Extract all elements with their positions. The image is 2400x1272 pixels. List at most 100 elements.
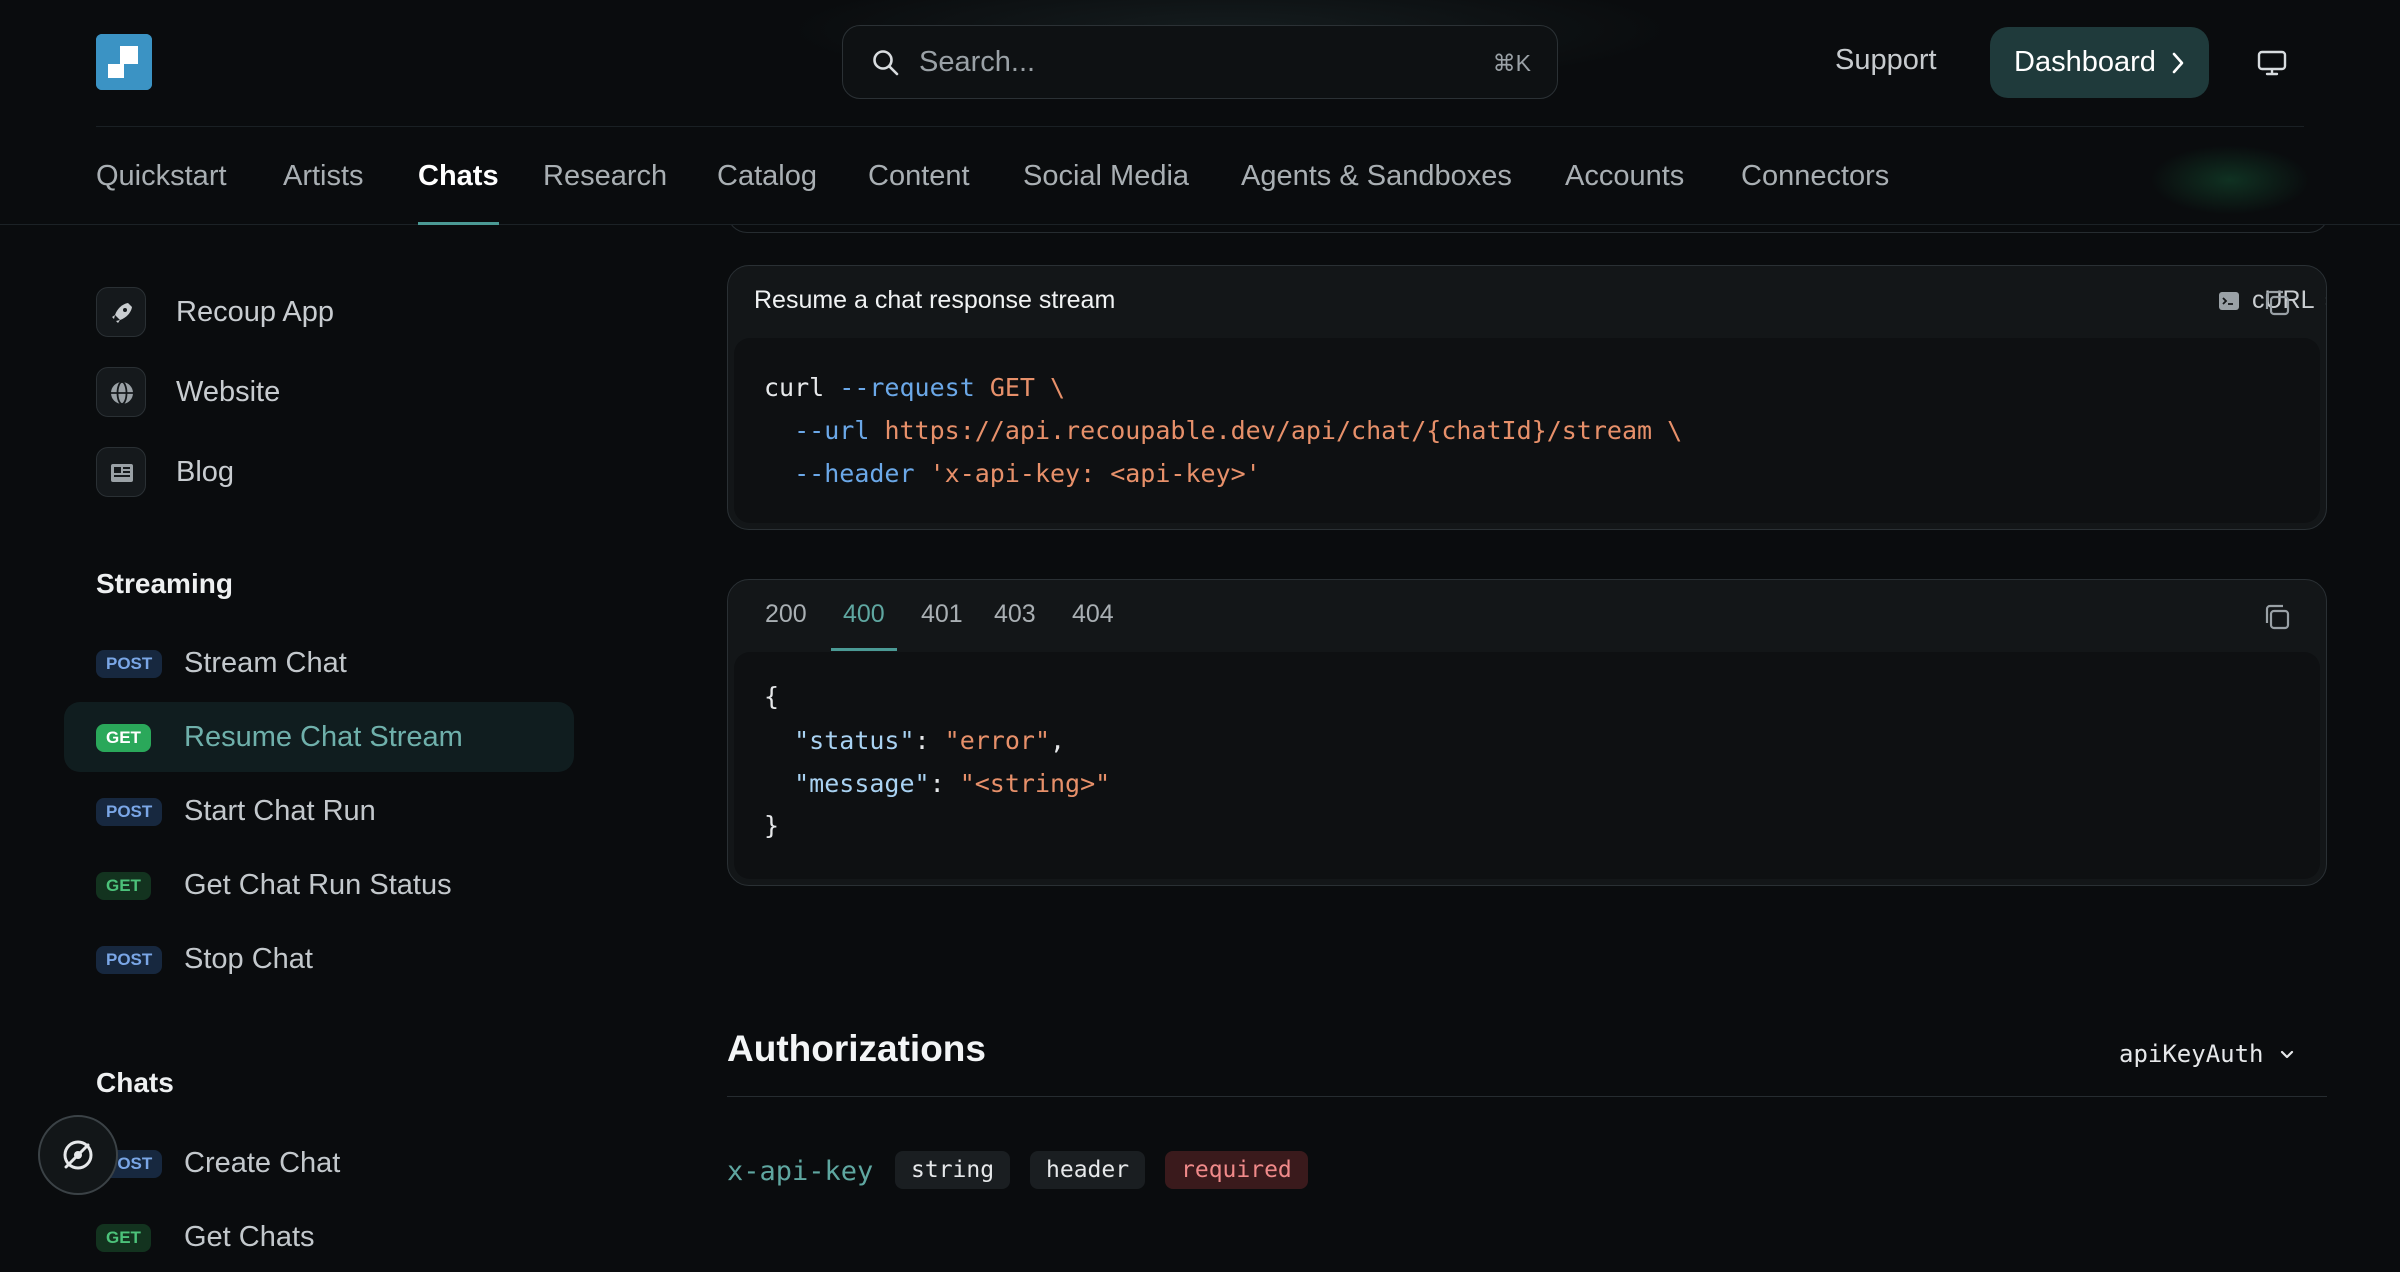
method-badge: POST — [96, 650, 163, 678]
code-token: \ — [1667, 416, 1683, 445]
sidebar-item-label: Start Chat Run — [184, 795, 376, 827]
sidebar-item-get-chats[interactable]: GET Get Chats — [64, 1202, 574, 1272]
tab-artists[interactable]: Artists — [283, 160, 364, 193]
code-line: } — [764, 811, 779, 840]
response-tab-200[interactable]: 200 — [765, 600, 807, 629]
response-example-card: 200 400 401 403 404 { "status": "error",… — [727, 579, 2327, 886]
sidebar-item-start-chat-run[interactable]: POST Start Chat Run — [64, 776, 574, 846]
code-token: --url — [794, 416, 870, 445]
support-link[interactable]: Support — [1835, 44, 1937, 77]
code-token: curl — [764, 373, 825, 402]
sidebar-item-stop-chat[interactable]: POST Stop Chat — [64, 924, 574, 994]
sidebar-item-create-chat[interactable]: POST Create Chat — [64, 1128, 574, 1198]
tab-agents-sandboxes[interactable]: Agents & Sandboxes — [1241, 160, 1512, 193]
code-line: { — [764, 682, 779, 711]
search-placeholder: Search... — [919, 46, 1036, 78]
sidebar-link-label: Recoup App — [176, 296, 335, 328]
logo-icon[interactable] — [96, 34, 152, 90]
code-token: "error" — [944, 726, 1050, 755]
method-badge: GET — [96, 724, 151, 752]
copy-icon[interactable] — [2262, 602, 2292, 632]
code-token: https://api.recoupable.dev/api/chat/{cha… — [884, 416, 1653, 445]
sidebar-item-label: Create Chat — [184, 1147, 341, 1179]
param-type-pill: string — [895, 1151, 1011, 1189]
sidebar-item-stream-chat[interactable]: POST Stream Chat — [64, 628, 574, 698]
response-tab-404[interactable]: 404 — [1072, 600, 1114, 629]
code-line: "message": "<string>" — [794, 769, 1111, 798]
code-token: --header — [794, 459, 915, 488]
dashboard-button[interactable]: Dashboard — [1990, 27, 2209, 98]
method-badge: GET — [96, 1224, 151, 1252]
sidebar-item-get-chat-run-status[interactable]: GET Get Chat Run Status — [64, 850, 574, 920]
group-title-streaming: Streaming — [96, 568, 233, 599]
search-input[interactable]: Search... ⌘K — [842, 25, 1558, 99]
newspaper-icon — [96, 447, 146, 497]
code-line: --url https://api.recoupable.dev/api/cha… — [764, 416, 1682, 445]
method-badge: GET — [96, 872, 151, 900]
sidebar-link-label: Blog — [176, 456, 235, 488]
nav-glow — [2150, 145, 2310, 215]
code-line: curl --request GET \ — [764, 373, 1065, 402]
response-code-block: { "status": "error", "message": "<string… — [734, 652, 2320, 879]
card-title: Resume a chat response stream — [754, 286, 1116, 314]
rocket-icon — [96, 287, 146, 337]
param-location-pill: header — [1030, 1151, 1146, 1189]
copy-icon[interactable] — [2262, 288, 2292, 318]
sidebar-item-resume-chat-stream[interactable]: GET Resume Chat Stream — [64, 702, 574, 772]
request-code-block: curl --request GET \ --url https://api.r… — [734, 338, 2320, 523]
code-token: "<string>" — [959, 769, 1111, 798]
divider — [727, 1096, 2327, 1097]
code-token: \ — [1050, 373, 1066, 402]
response-tab-400[interactable]: 400 — [831, 600, 897, 651]
code-token: 'x-api-key: <api-key>' — [929, 459, 1261, 488]
sidebar-item-label: Get Chat Run Status — [184, 869, 452, 901]
tab-accounts[interactable]: Accounts — [1565, 160, 1684, 193]
request-example-card: Resume a chat response stream cURL curl … — [727, 265, 2327, 530]
chevron-up-down-icon — [2325, 297, 2326, 305]
method-badge: POST — [96, 798, 163, 826]
code-token: --request — [839, 373, 975, 402]
authorizations-heading: Authorizations — [727, 1028, 986, 1069]
code-token: GET — [989, 373, 1035, 402]
globe-icon — [96, 367, 146, 417]
sidebar-item-label: Stop Chat — [184, 943, 313, 975]
auth-scheme-select[interactable]: apiKeyAuth — [2119, 1040, 2294, 1068]
auth-scheme-label: apiKeyAuth — [2119, 1040, 2264, 1068]
code-token: } — [764, 811, 780, 840]
top-header: Search... ⌘K Support Dashboard Quickstar… — [0, 0, 2400, 225]
header-divider — [96, 126, 2304, 127]
response-tab-401[interactable]: 401 — [921, 600, 963, 629]
chevron-down-icon — [2280, 1050, 2294, 1059]
code-line: --header 'x-api-key: <api-key>' — [764, 459, 1261, 488]
param-name[interactable]: x-api-key — [727, 1156, 873, 1187]
sidebar: Recoup App Website Blog Streaming POST S — [0, 225, 620, 1253]
chevron-right-icon — [2172, 52, 2184, 74]
tab-quickstart[interactable]: Quickstart — [96, 160, 227, 193]
param-required-pill: required — [1165, 1151, 1308, 1189]
search-shortcut: ⌘K — [1492, 50, 1531, 76]
tab-content[interactable]: Content — [868, 160, 970, 193]
sidebar-item-label: Get Chats — [184, 1221, 315, 1253]
group-title-chats: Chats — [96, 1067, 174, 1098]
assistant-icon — [63, 1140, 93, 1170]
code-line: "status": "error", — [794, 726, 1066, 755]
monitor-icon[interactable] — [2256, 47, 2288, 79]
tab-social-media[interactable]: Social Media — [1023, 160, 1189, 193]
terminal-icon — [2219, 292, 2239, 310]
card-header: Resume a chat response stream cURL — [728, 266, 2326, 338]
response-tab-403[interactable]: 403 — [994, 600, 1036, 629]
assistant-button[interactable] — [38, 1115, 118, 1195]
tab-chats[interactable]: Chats — [418, 160, 499, 225]
sidebar-item-label: Resume Chat Stream — [184, 721, 463, 753]
code-token: { — [764, 682, 780, 711]
sidebar-item-label: Stream Chat — [184, 647, 347, 679]
response-tabs: 200 400 401 403 404 — [728, 580, 2326, 652]
tab-catalog[interactable]: Catalog — [717, 160, 817, 193]
tab-connectors[interactable]: Connectors — [1741, 160, 1889, 193]
search-icon — [873, 50, 899, 76]
code-token: "message" — [794, 769, 930, 798]
dashboard-button-label: Dashboard — [2014, 46, 2156, 78]
method-badge: POST — [96, 946, 163, 974]
sidebar-link-label: Website — [176, 376, 281, 408]
tab-research[interactable]: Research — [543, 160, 667, 193]
